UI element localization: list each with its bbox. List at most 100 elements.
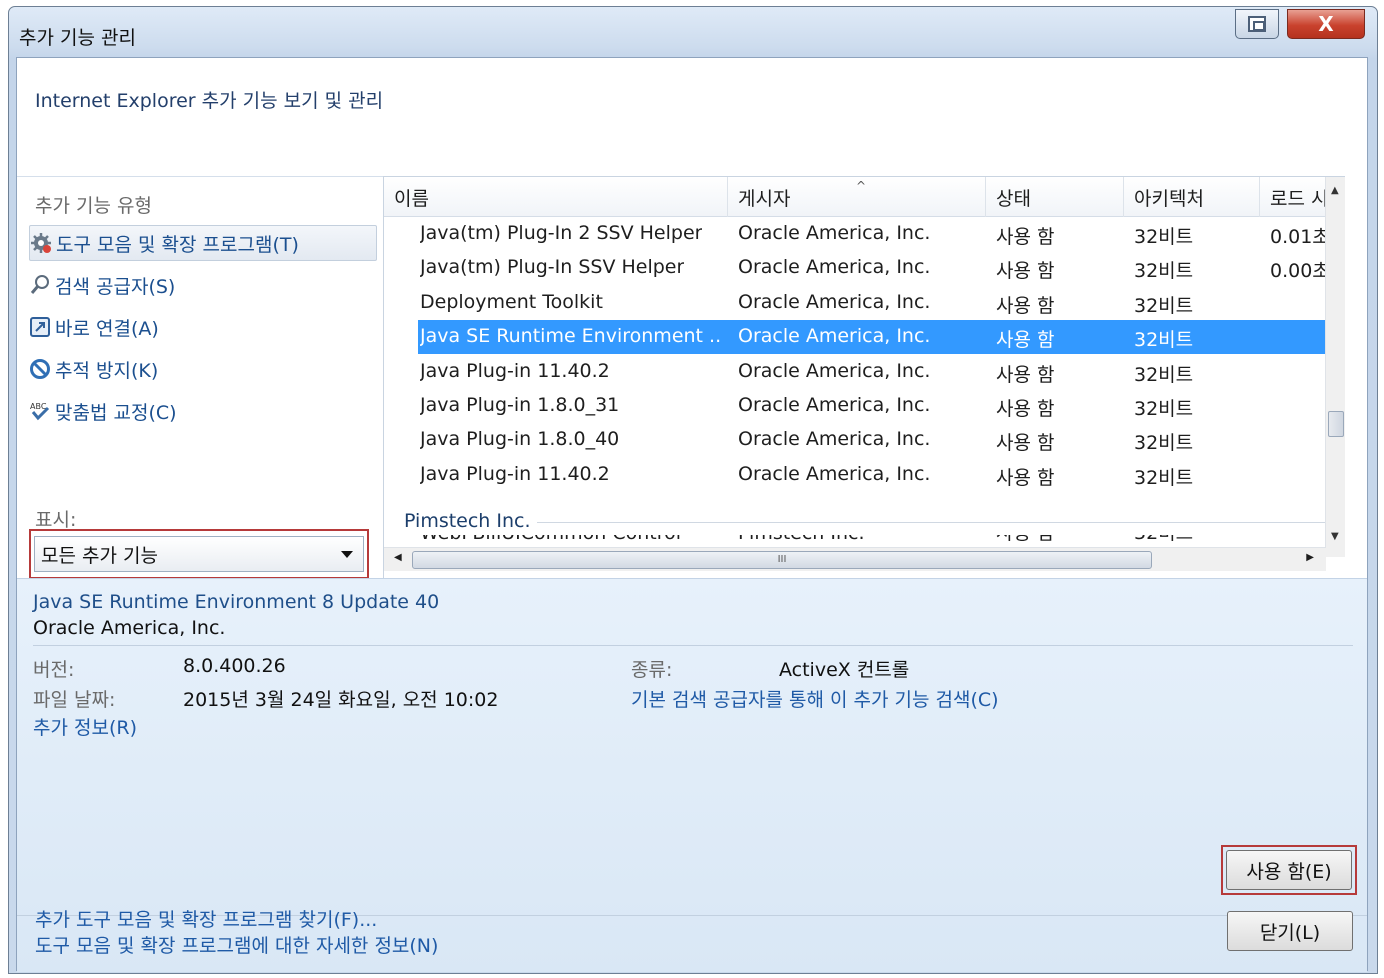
cell-publisher: Oracle America, Inc. [738,359,931,382]
version-label: 버전: [33,659,75,681]
cell-status: 사용 함 [996,363,1055,386]
table-row[interactable]: Java(tm) Plug-In SSV Helper Oracle Americ… [384,251,1339,285]
file-date-label: 파일 날짜: [33,689,116,711]
cell-publisher: Oracle America, Inc. [738,325,931,348]
cell-architecture: 32비트 [1134,432,1194,455]
cell-name: WebFBillUICommon Control [420,535,681,547]
vertical-scroll-thumb[interactable] [1328,411,1344,437]
cell-load-time: 0.01초 [1270,226,1330,248]
cell-name: Java(tm) Plug-In 2 SSV Helper [420,222,703,244]
type-accelerators[interactable]: 바로 연결(A) [29,309,377,345]
learn-more-link[interactable]: 도구 모음 및 확장 프로그램에 대한 자세한 정보(N) [35,931,438,958]
horizontal-scrollbar[interactable]: ◀ III ▶ [384,547,1326,571]
table-row[interactable]: Java Plug-in 11.40.2 Oracle America, Inc.… [384,355,1339,389]
cell-name: Deployment Toolkit [420,290,603,313]
cell-name: Java(tm) Plug-In SSV Helper [420,256,685,279]
type-spelling-correction[interactable]: ABC 맞춤법 교정(C) [29,393,377,429]
sort-ascending-icon: ^ [856,179,867,193]
cell-name: Java Plug-in 11.40.2 [420,359,610,382]
cell-name: Java SE Runtime Environment ... [420,325,720,348]
cell-publisher: Oracle America, Inc. [738,256,931,279]
cell-architecture: 32비트 [1134,260,1194,283]
cell-status: 사용 함 [996,398,1055,420]
column-header-name[interactable]: 이름 [384,177,728,217]
type-label: 추적 방지(K) [55,359,159,382]
header-area: Internet Explorer 추가 기능 보기 및 관리 [17,58,1367,176]
scroll-right-icon[interactable]: ▶ [1306,552,1314,563]
cell-architecture: 32비트 [1134,294,1194,317]
show-label: 표시: [35,509,77,531]
file-date-value: 2015년 3월 24일 화요일, 오전 10:02 [183,689,499,711]
title-bar: 추가 기능 관리 X [9,7,1377,57]
horizontal-scroll-thumb[interactable]: III [412,551,1152,569]
close-button[interactable]: 닫기(L) [1227,911,1353,951]
type-label: 도구 모음 및 확장 프로그램(T) [56,233,299,256]
cell-architecture: 32비트 [1134,535,1193,547]
type-value: ActiveX 컨트롤 [779,659,910,681]
scroll-grip: III [777,554,787,565]
scroll-up-icon[interactable]: ▲ [1331,185,1339,196]
type-tracking-protection[interactable]: 추적 방지(K) [29,351,377,387]
cell-architecture: 32비트 [1134,466,1194,489]
type-label: 바로 연결(A) [55,317,159,340]
cell-architecture: 32비트 [1134,363,1194,386]
column-header-label: 아키텍처 [1134,187,1204,210]
cell-status: 사용 함 [996,226,1055,248]
cell-status: 사용 함 [996,432,1055,455]
show-dropdown-highlight: 모든 추가 기능 [29,529,369,579]
cell-publisher: Pimstech Inc. [738,535,865,547]
search-addon-link[interactable]: 기본 검색 공급자를 통해 이 추가 기능 검색(C) [631,685,999,712]
scroll-down-icon[interactable]: ▼ [1331,531,1339,542]
window-title: 추가 기능 관리 [19,27,136,49]
group-label: Pimstech Inc. [404,510,537,532]
more-info-link[interactable]: 추가 정보(R) [33,713,137,740]
accelerator-icon [29,316,51,338]
cell-name: Java Plug-in 1.8.0_40 [420,428,620,451]
column-header-architecture[interactable]: 아키텍처 [1124,177,1260,217]
details-pane: Java SE Runtime Environment 8 Update 40 … [17,578,1367,972]
details-divider [33,645,1353,646]
type-toolbars-extensions[interactable]: 도구 모음 및 확장 프로그램(T) [29,225,377,261]
cell-publisher: Oracle America, Inc. [738,290,931,313]
show-dropdown[interactable]: 모든 추가 기능 [34,536,364,572]
spell-check-icon: ABC [29,400,51,422]
table-row[interactable]: Deployment Toolkit Oracle America, Inc. 사용… [384,286,1339,320]
cell-architecture: 32비트 [1134,226,1194,248]
column-header-status[interactable]: 상태 [986,177,1124,217]
column-header-label: 게시자 [738,187,791,210]
enable-button[interactable]: 사용 함(E) [1226,850,1352,890]
restore-icon [1248,16,1266,32]
table-row[interactable]: WebFBillUICommon Control Pimstech Inc. 사… [384,535,1339,547]
scroll-left-icon[interactable]: ◀ [394,552,402,563]
table-row[interactable]: Java Plug-in 1.8.0_31 Oracle America, Inc… [384,389,1339,423]
table-row[interactable]: Java Plug-in 1.8.0_40 Oracle America, Inc… [384,423,1339,457]
cell-status: 사용 함 [996,466,1055,489]
cell-architecture: 32비트 [1134,329,1194,352]
restore-button[interactable] [1235,9,1279,39]
cell-publisher: Oracle America, Inc. [738,428,931,451]
table-row[interactable]: Java(tm) Plug-In 2 SSV Helper Oracle Amer… [384,217,1339,251]
close-icon: X [1318,12,1334,36]
column-header-label: 로드 시 [1270,187,1329,210]
type-label: 검색 공급자(S) [55,275,176,298]
find-more-toolbars-link[interactable]: 추가 도구 모음 및 확장 프로그램 찾기(F)... [35,905,377,932]
addon-types-pane: 추가 기능 유형 도구 모음 및 확장 프로그램(T) 검색 공급자(S) 바로… [17,176,383,579]
cell-status: 사용 함 [996,329,1055,352]
cell-publisher: Oracle America, Inc. [738,222,931,244]
show-dropdown-value: 모든 추가 기능 [41,544,158,567]
chevron-down-icon [341,551,353,558]
group-header-pimstech: Pimstech Inc. [384,505,1339,539]
table-row[interactable]: Java SE Runtime Environment ... Oracle Am… [384,320,1340,355]
cell-status: 사용 함 [996,260,1055,283]
type-search-providers[interactable]: 검색 공급자(S) [29,267,377,303]
vertical-scrollbar[interactable]: ▲ ▼ [1325,177,1345,557]
column-header-publisher[interactable]: 게시자 ^ [728,177,986,217]
table-row[interactable]: Java Plug-in 11.40.2 Oracle America, Inc.… [384,458,1339,492]
column-header-label: 상태 [996,187,1031,210]
close-window-button[interactable]: X [1287,9,1365,39]
addon-types-title: 추가 기능 유형 [35,195,152,217]
no-entry-icon [29,358,51,380]
version-value: 8.0.400.26 [183,655,286,677]
cell-name: Java Plug-in 11.40.2 [420,462,610,485]
addon-list: 이름 게시자 ^ 상태 아키텍처 로드 시 Java(tm) Plug-In 2… [383,176,1345,578]
